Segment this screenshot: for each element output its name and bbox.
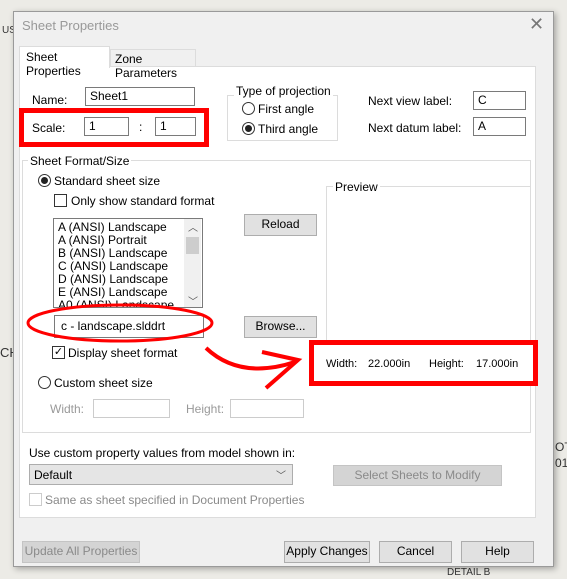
update-all-properties-button[interactable]: Update All Properties [22,541,140,563]
same-as-sheet-checkbox[interactable] [29,493,42,506]
annotation-arrow [204,346,303,390]
browse-button[interactable]: Browse... [244,316,317,338]
name-input[interactable]: Sheet1 [85,87,195,106]
display-sheet-format-checkbox[interactable]: ✓ [52,346,65,359]
tab-zone-parameters[interactable]: Zone Parameters [110,49,196,80]
first-angle-label: First angle [258,102,315,116]
next-datum-input[interactable]: A [473,117,526,136]
background-text: 01 [555,456,567,470]
next-datum-label: Next datum label: [368,121,462,135]
height-label: Height: [429,358,464,370]
preview-group [326,186,531,346]
tab-sheet-properties[interactable]: Sheet Properties [19,46,110,78]
configuration-select-value: Default [34,468,73,482]
third-angle-radio[interactable] [242,122,255,135]
preview-legend: Preview [333,180,380,194]
next-view-input[interactable]: C [473,91,526,110]
third-angle-label: Third angle [258,122,319,136]
standard-sheet-size-label: Standard sheet size [54,174,161,188]
configuration-select[interactable]: Default ﹀ [29,464,293,485]
standard-sheet-size-radio[interactable] [38,174,51,187]
reload-button[interactable]: Reload [244,214,317,236]
custom-width-input[interactable] [93,399,170,418]
annotation-ellipse-file [26,303,214,343]
only-standard-format-label: Only show standard format [71,194,215,208]
select-sheets-button[interactable]: Select Sheets to Modify [333,465,502,486]
background-text: DETAIL B [447,567,491,578]
custom-width-label: Width: [50,402,85,416]
custom-property-label: Use custom property values from model sh… [29,446,296,460]
width-value: 22.000in [368,358,411,370]
annotation-rectangle-scale [19,108,209,147]
custom-sheet-size-radio[interactable] [38,376,51,389]
custom-height-input[interactable] [230,399,304,418]
close-icon[interactable]: ✕ [529,14,544,35]
height-value: 17.000in [476,358,519,370]
only-standard-format-checkbox[interactable] [54,194,67,207]
custom-height-label: Height: [186,402,225,416]
background-text: OT [555,440,567,454]
same-as-sheet-label: Same as sheet specified in Document Prop… [45,493,305,507]
chevron-down-icon: ﹀ [276,471,286,482]
display-sheet-format-label: Display sheet format [68,346,178,360]
width-label: Width: [326,358,358,370]
scrollbar-thumb[interactable] [186,237,199,254]
cancel-button[interactable]: Cancel [379,541,452,563]
apply-changes-button[interactable]: Apply Changes [284,541,370,563]
help-button[interactable]: Help [461,541,534,563]
name-label: Name: [32,93,68,107]
next-view-label: Next view label: [368,94,453,108]
dialog-title: Sheet Properties [22,18,119,33]
sheet-format-listbox[interactable]: A (ANSI) Landscape A (ANSI) Portrait B (… [53,218,203,308]
custom-sheet-size-label: Custom sheet size [54,376,153,390]
first-angle-radio[interactable] [242,102,255,115]
projection-legend: Type of projection [234,84,333,98]
scroll-up-icon[interactable]: ︿ [188,219,198,234]
sheet-format-legend: Sheet Format/Size [28,154,132,168]
